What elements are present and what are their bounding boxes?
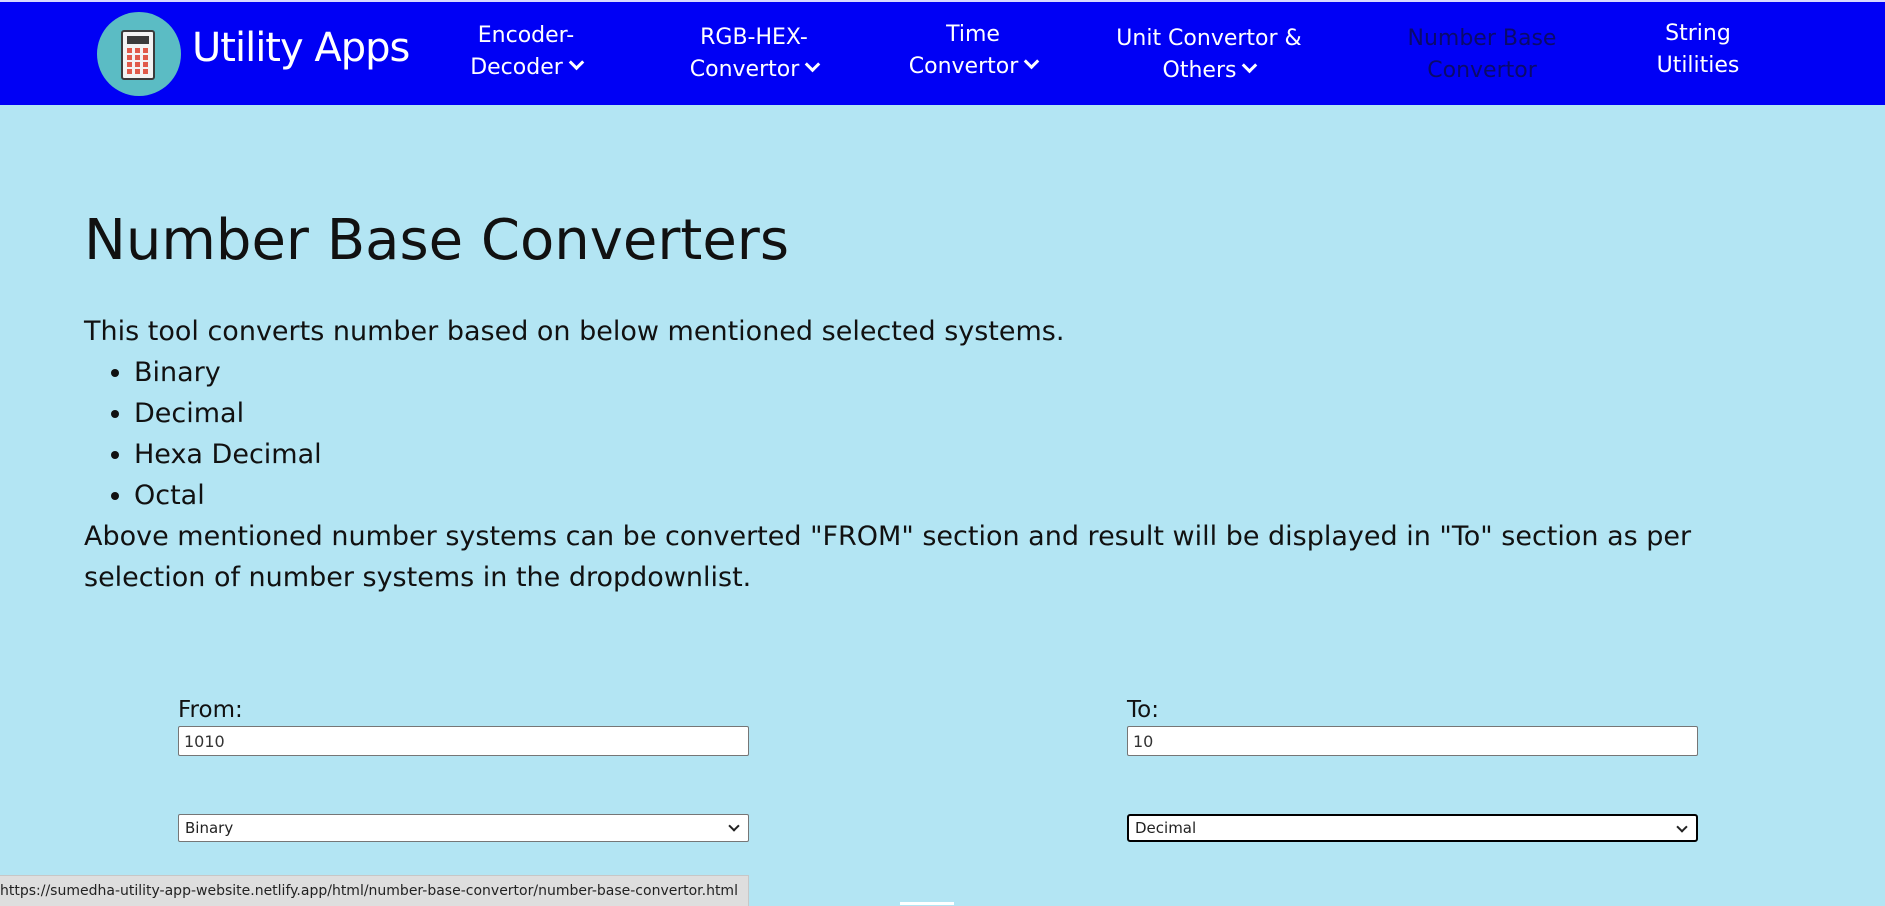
- to-output[interactable]: [1127, 726, 1698, 756]
- from-input[interactable]: [178, 726, 749, 756]
- calculator-keys: [127, 48, 149, 74]
- number-systems-list: Binary Decimal Hexa Decimal Octal: [84, 352, 322, 516]
- nav-item-label-line2: Utilities: [1656, 53, 1740, 78]
- nav-item-string-utilities[interactable]: String Utilities: [1640, 18, 1756, 82]
- nav-item-label-line1: Time: [946, 22, 1000, 47]
- nav-item-label-line2: Convertor: [1427, 58, 1537, 83]
- link-status-bar: https://sumedha-utility-app-website.netl…: [0, 875, 749, 906]
- nav-item-label-line2: Convertor: [908, 54, 1019, 79]
- top-navbar: Utility Apps Encoder- Decoder RGB-HEX- C…: [0, 0, 1885, 105]
- chevron-down-icon: [728, 820, 740, 832]
- chevron-down-icon: [568, 54, 585, 71]
- calculator-screen: [127, 36, 149, 44]
- calculator-icon[interactable]: [97, 12, 181, 96]
- nav-item-label-line2: Others: [1162, 58, 1237, 83]
- from-system-select[interactable]: Binary: [178, 814, 749, 842]
- chevron-down-icon: [1676, 821, 1688, 833]
- nav-item-encoder-decoder[interactable]: Encoder- Decoder: [462, 20, 590, 84]
- nav-item-label-line1: Number Base: [1407, 26, 1557, 51]
- nav-item-time-convertor[interactable]: Time Convertor: [900, 19, 1046, 83]
- nav-item-unit-convertor[interactable]: Unit Convertor & Others: [1112, 23, 1306, 87]
- to-system-select[interactable]: Decimal: [1127, 814, 1698, 842]
- list-item: Decimal: [134, 393, 322, 434]
- list-item: Hexa Decimal: [134, 434, 322, 475]
- brand-name[interactable]: Utility Apps: [192, 20, 410, 76]
- nav-item-label-line1: Encoder-: [477, 23, 575, 48]
- nav-item-label-line1: Unit Convertor &: [1116, 26, 1302, 51]
- nav-item-rgb-hex-convertor[interactable]: RGB-HEX- Convertor: [683, 22, 825, 86]
- intro-text: This tool converts number based on below…: [84, 316, 1065, 347]
- nav-item-number-base-convertor[interactable]: Number Base Convertor: [1400, 23, 1564, 87]
- page-title: Number Base Converters: [84, 208, 790, 273]
- chevron-down-icon: [1242, 57, 1258, 74]
- outro-text: Above mentioned number systems can be co…: [84, 521, 1692, 593]
- nav-item-label-line2: Decoder: [470, 55, 563, 80]
- from-system-selected: Binary: [185, 819, 234, 837]
- nav-item-label-line1: String: [1665, 21, 1731, 46]
- nav-item-label-line2: Convertor: [689, 57, 800, 82]
- chevron-down-icon: [804, 56, 821, 73]
- list-item: Binary: [134, 352, 322, 393]
- to-system-selected: Decimal: [1135, 819, 1197, 837]
- calculator-body: [121, 30, 155, 80]
- nav-item-label-line1: RGB-HEX-: [700, 25, 808, 50]
- from-label: From:: [178, 697, 243, 723]
- chevron-down-icon: [1023, 53, 1040, 70]
- list-item: Octal: [134, 475, 322, 516]
- to-label: To:: [1127, 697, 1159, 723]
